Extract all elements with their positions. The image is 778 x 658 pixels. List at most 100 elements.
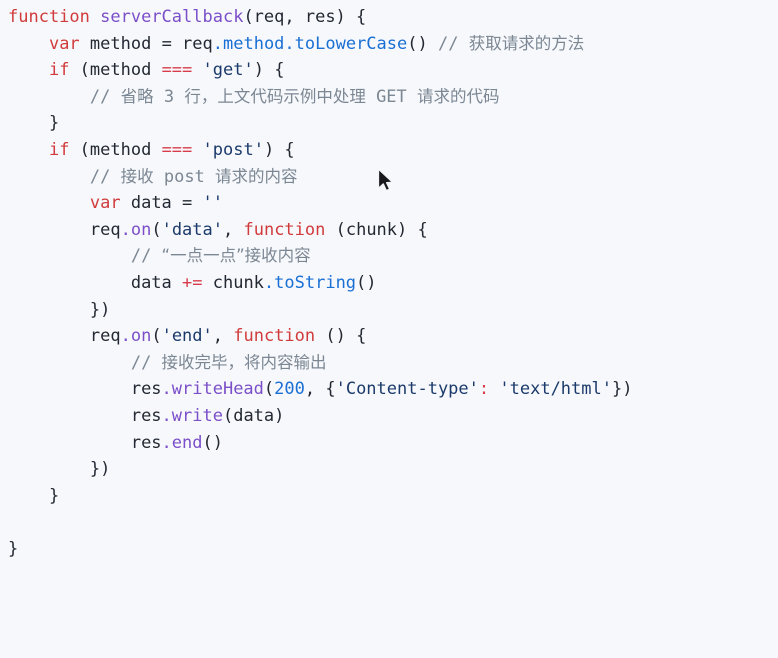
code-line-20[interactable]: ​ bbox=[0, 509, 778, 536]
code-token: res bbox=[130, 405, 162, 426]
code-token: 'end' bbox=[161, 326, 213, 347]
code-token: , { bbox=[304, 379, 336, 400]
code-line-16[interactable]: res.write(data) bbox=[0, 403, 778, 430]
code-token: function bbox=[8, 7, 90, 27]
code-token: () bbox=[407, 33, 428, 54]
code-token: 获取请求的方法 bbox=[468, 33, 585, 53]
code-token: res bbox=[130, 379, 162, 400]
code-token: // bbox=[130, 352, 162, 373]
code-block[interactable]: function serverCallback(req, res) { var … bbox=[0, 0, 778, 562]
code-token: chunk bbox=[202, 272, 264, 293]
code-line-2[interactable]: var method = req.method.toLowerCase() //… bbox=[0, 31, 778, 58]
code-token: // bbox=[437, 33, 469, 54]
code-token: 'post' bbox=[202, 139, 264, 160]
code-token: 'data' bbox=[161, 219, 223, 240]
code-token: req bbox=[89, 219, 121, 240]
code-token: 接收完毕，将内容输出 bbox=[161, 352, 327, 372]
code-token: .writeHead bbox=[161, 379, 264, 400]
code-token: } bbox=[48, 485, 60, 506]
code-token: // bbox=[89, 166, 121, 187]
code-token: (chunk) { bbox=[325, 219, 428, 240]
code-token: 'text/html' bbox=[499, 379, 612, 400]
code-token: .toString bbox=[263, 272, 357, 293]
code-token: ( bbox=[263, 379, 275, 400]
code-token: req bbox=[89, 326, 121, 347]
code-token: === bbox=[161, 60, 193, 81]
code-token: .on bbox=[120, 219, 152, 240]
code-line-21[interactable]: } bbox=[0, 536, 778, 563]
code-token: if bbox=[48, 139, 70, 160]
code-line-9[interactable]: req.on('data', function (chunk) { bbox=[0, 217, 778, 244]
code-token: // bbox=[89, 86, 121, 107]
code-token: : bbox=[478, 379, 490, 400]
code-line-11[interactable]: data += chunk.toString() bbox=[0, 270, 778, 297]
code-token: 200 bbox=[274, 379, 305, 400]
code-line-6[interactable]: if (method === 'post') { bbox=[0, 137, 778, 164]
code-token: .write bbox=[161, 405, 223, 426]
code-token: }) bbox=[89, 299, 111, 320]
code-token: '' bbox=[202, 193, 224, 214]
code-token: , bbox=[223, 219, 244, 240]
code-token: += bbox=[182, 272, 203, 293]
code-token: 3 bbox=[153, 86, 185, 107]
code-token: post bbox=[153, 166, 216, 187]
code-token: method bbox=[79, 33, 162, 54]
code-token: ) { bbox=[263, 139, 295, 160]
code-token: } bbox=[48, 113, 60, 134]
code-token: }) bbox=[89, 459, 111, 480]
code-token: serverCallback bbox=[100, 7, 244, 27]
code-token: var bbox=[48, 33, 80, 54]
code-token: GET bbox=[365, 86, 418, 107]
code-token: 请求的代码 bbox=[417, 86, 500, 106]
code-token: = bbox=[161, 33, 172, 54]
code-token: var bbox=[89, 193, 121, 214]
code-line-10[interactable]: // “一点一点”接收内容 bbox=[0, 243, 778, 270]
code-token: “一点一点”接收内容 bbox=[161, 246, 311, 266]
code-line-17[interactable]: res.end() bbox=[0, 430, 778, 457]
code-token: req bbox=[171, 33, 213, 54]
code-line-8[interactable]: var data = '' bbox=[0, 190, 778, 217]
code-line-14[interactable]: // 接收完毕，将内容输出 bbox=[0, 350, 778, 377]
code-line-18[interactable]: }) bbox=[0, 456, 778, 483]
code-token: .toLowerCase bbox=[284, 33, 408, 54]
code-token: res bbox=[130, 432, 162, 453]
code-editor-surface[interactable]: function serverCallback(req, res) { var … bbox=[0, 0, 778, 658]
code-line-4[interactable]: // 省略 3 行，上文代码示例中处理 GET 请求的代码 bbox=[0, 84, 778, 111]
code-line-15[interactable]: res.writeHead(200, {'Content-type': 'tex… bbox=[0, 376, 778, 403]
code-token: 省略 bbox=[120, 86, 154, 106]
code-token: function bbox=[233, 326, 316, 347]
code-token: } bbox=[8, 538, 19, 559]
code-token: = bbox=[182, 193, 193, 214]
code-line-5[interactable]: } bbox=[0, 110, 778, 137]
code-token: ( bbox=[151, 219, 162, 240]
code-line-19[interactable]: } bbox=[0, 483, 778, 510]
code-token: === bbox=[161, 139, 193, 160]
code-token: .method bbox=[212, 33, 285, 54]
code-token: (data) bbox=[222, 405, 285, 426]
code-line-7[interactable]: // 接收 post 请求的内容 bbox=[0, 164, 778, 191]
code-line-12[interactable]: }) bbox=[0, 297, 778, 324]
code-token: if bbox=[48, 60, 70, 81]
code-token: (method bbox=[69, 60, 162, 81]
code-token: }) bbox=[611, 379, 633, 400]
code-line-1[interactable]: function serverCallback(req, res) { bbox=[0, 4, 778, 31]
code-line-13[interactable]: req.on('end', function () { bbox=[0, 323, 778, 350]
code-token: ) { bbox=[253, 60, 285, 81]
code-line-3[interactable]: if (method === 'get') { bbox=[0, 57, 778, 84]
code-token: 行，上文代码示例中处理 bbox=[184, 86, 366, 106]
